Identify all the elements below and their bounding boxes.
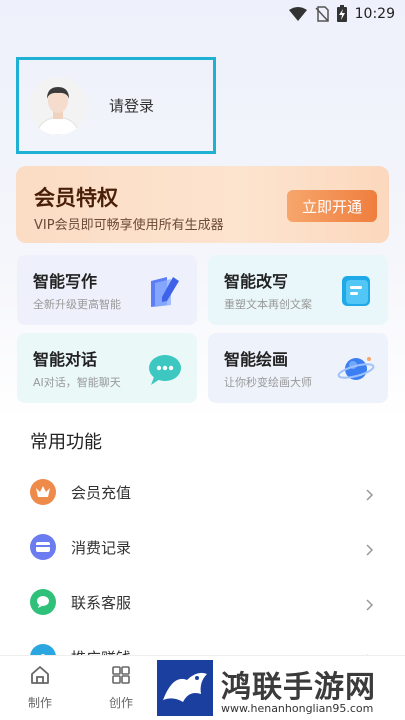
menu-label: 消费记录 xyxy=(71,538,132,557)
nav-item-make[interactable]: 制作 xyxy=(15,664,65,711)
wifi-icon xyxy=(288,6,307,21)
watermark-url: www.henanhonglian95.com xyxy=(221,702,374,715)
status-time: 10:29 xyxy=(354,5,395,22)
chat-bubble-icon xyxy=(145,349,185,389)
battery-charging-icon xyxy=(336,5,347,22)
nav-label: 创作 xyxy=(108,696,133,710)
nav-item-create[interactable]: 创作 xyxy=(96,664,146,711)
login-entry[interactable]: 请登录 xyxy=(16,57,216,154)
feature-card-chat[interactable]: 智能对话 AI对话，智能聊天 xyxy=(17,333,197,403)
avatar[interactable] xyxy=(29,76,87,135)
feature-card-drawing[interactable]: 智能绘画 让你秒变绘画大师 xyxy=(208,333,388,403)
pen-icon xyxy=(145,271,185,311)
feature-subtitle: 重塑文本再创文案 xyxy=(224,298,312,311)
home-icon xyxy=(29,664,51,690)
feature-title: 智能改写 xyxy=(224,272,289,291)
status-bar: 10:29 xyxy=(0,0,405,28)
feature-subtitle: AI对话，智能聊天 xyxy=(33,376,121,389)
status-icons: 10:29 xyxy=(288,5,395,22)
feature-subtitle: 全新升级更高智能 xyxy=(33,298,121,311)
login-text[interactable]: 请登录 xyxy=(109,95,154,116)
menu-item-consumption-record[interactable]: 消费记录 xyxy=(0,527,405,567)
menu-label: 会员充值 xyxy=(71,483,132,502)
vip-card[interactable]: 会员特权 VIP会员即可畅享使用所有生成器 立即开通 xyxy=(16,166,389,243)
vip-title: 会员特权 xyxy=(34,186,118,210)
chevron-right-icon xyxy=(363,486,375,501)
feature-card-rewrite[interactable]: 智能改写 重塑文本再创文案 xyxy=(208,255,388,325)
card-icon xyxy=(30,534,56,560)
grid-icon xyxy=(110,664,132,690)
planet-icon xyxy=(336,349,376,389)
no-sim-icon xyxy=(315,5,329,22)
chat-icon xyxy=(30,589,56,615)
menu-label: 联系客服 xyxy=(71,593,132,612)
feature-subtitle: 让你秒变绘画大师 xyxy=(224,376,312,389)
menu-item-member-recharge[interactable]: 会员充值 xyxy=(0,472,405,512)
watermark-text: 鸿联手游网 xyxy=(221,670,376,705)
document-icon xyxy=(336,271,376,311)
section-title: 常用功能 xyxy=(30,432,102,453)
feature-card-writing[interactable]: 智能写作 全新升级更高智能 xyxy=(17,255,197,325)
chevron-right-icon xyxy=(363,596,375,611)
feature-title: 智能对话 xyxy=(33,350,98,369)
feature-title: 智能写作 xyxy=(33,272,98,291)
crown-icon xyxy=(30,479,56,505)
watermark-logo-icon xyxy=(157,660,213,716)
chevron-right-icon xyxy=(363,541,375,556)
watermark: 鸿联手游网 www.henanhonglian95.com xyxy=(157,660,405,720)
feature-title: 智能绘画 xyxy=(224,350,289,369)
vip-open-button[interactable]: 立即开通 xyxy=(287,190,377,222)
menu-item-contact-service[interactable]: 联系客服 xyxy=(0,582,405,622)
vip-subtitle: VIP会员即可畅享使用所有生成器 xyxy=(34,218,224,233)
nav-label: 制作 xyxy=(27,696,52,710)
